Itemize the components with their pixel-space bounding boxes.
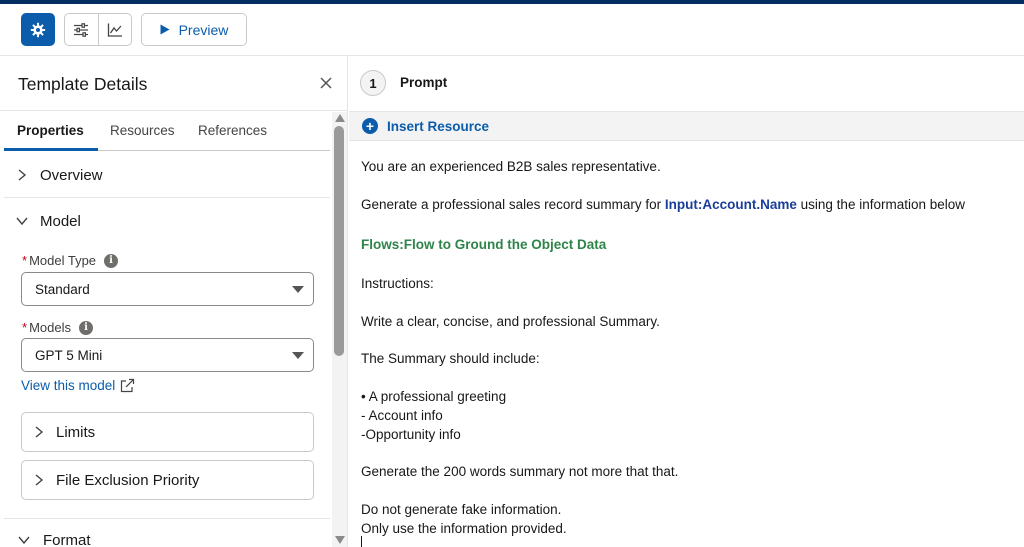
prompt-line: • A professional greeting (361, 389, 507, 404)
view-model-link-text: View this model (21, 378, 116, 393)
prompt-line: The Summary should include: (361, 351, 540, 366)
flow-resource-token[interactable]: Flows:Flow to Ground the Object Data (361, 237, 606, 252)
limits-card[interactable]: Limits (21, 412, 314, 452)
insert-resource-bar: + Insert Resource (349, 111, 1024, 141)
tab-resources[interactable]: Resources (110, 123, 175, 138)
prompt-line: Instructions: (361, 276, 434, 291)
preview-button[interactable]: Preview (141, 13, 247, 46)
model-type-select[interactable]: Standard (21, 272, 314, 306)
model-type-label: * Model Type i (22, 253, 119, 268)
chevron-down-icon (4, 216, 40, 226)
view-button-group (64, 13, 132, 46)
close-icon (320, 77, 332, 89)
model-type-value: Standard (35, 281, 90, 297)
adjust-button[interactable] (65, 14, 98, 45)
toolbar: Preview (0, 4, 1024, 56)
sliders-icon (74, 22, 89, 37)
models-label-text: Models (29, 320, 71, 335)
model-type-label-text: Model Type (29, 253, 97, 268)
format-label: Format (43, 532, 91, 547)
model-label: Model (40, 212, 81, 230)
required-marker: * (22, 320, 28, 335)
prompt-line: Write a clear, concise, and professional… (361, 314, 660, 329)
scroll-down-arrow[interactable] (335, 536, 345, 544)
prompt-text: Generate a professional sales record sum… (361, 197, 665, 212)
step-number-badge: 1 (360, 70, 386, 96)
prompt-line: Do not generate fake information. (361, 502, 562, 517)
scroll-up-arrow[interactable] (335, 114, 345, 122)
chevron-right-icon (22, 426, 56, 438)
section-format[interactable]: Format (4, 518, 330, 547)
preview-label: Preview (178, 21, 229, 38)
panel-title: Template Details (18, 74, 148, 94)
overview-label: Overview (40, 166, 103, 184)
caret-down-icon (292, 286, 304, 293)
analytics-button[interactable] (97, 14, 131, 45)
text-cursor (361, 536, 362, 547)
file-exclusion-label: File Exclusion Priority (56, 471, 200, 489)
external-link-icon (121, 378, 135, 393)
template-details-panel: Template Details Properties Resources Re… (0, 56, 348, 547)
settings-button[interactable] (21, 13, 55, 46)
play-icon (160, 24, 170, 35)
prompt-line: -Opportunity info (361, 427, 461, 442)
merge-field-token[interactable]: Input:Account.Name (665, 197, 797, 212)
prompt-step-header: 1 Prompt (349, 56, 1024, 111)
info-icon[interactable]: i (78, 320, 93, 335)
models-value: GPT 5 Mini (35, 347, 103, 363)
chevron-right-icon (22, 474, 56, 486)
prompt-text: using the information below (796, 197, 966, 212)
model-toggle[interactable]: Model (4, 199, 330, 243)
insert-resource-button[interactable]: Insert Resource (387, 119, 489, 134)
overview-toggle[interactable]: Overview (4, 153, 330, 197)
prompt-editor-panel: 1 Prompt + Insert Resource You are an ex… (349, 56, 1024, 547)
section-overview: Overview (4, 153, 330, 198)
tab-references[interactable]: References (198, 123, 267, 138)
chevron-right-icon (4, 169, 40, 181)
models-label: * Models i (22, 320, 93, 335)
tab-properties[interactable]: Properties (17, 123, 84, 138)
prompt-line: Generate the 200 words summary not more … (361, 464, 679, 479)
view-model-link[interactable]: View this model (21, 378, 135, 393)
models-select[interactable]: GPT 5 Mini (21, 338, 314, 372)
required-marker: * (22, 253, 28, 268)
prompt-line: You are an experienced B2B sales represe… (361, 159, 661, 174)
scrollbar-thumb[interactable] (334, 126, 344, 356)
prompt-line: - Account info (361, 408, 443, 423)
chevron-down-icon (18, 532, 30, 547)
gear-icon (30, 22, 46, 37)
prompt-line: Only use the information provided. (361, 521, 567, 536)
add-circle-icon[interactable]: + (362, 118, 378, 134)
panel-scrollbar[interactable] (332, 112, 347, 547)
panel-tabs: Properties Resources References (4, 112, 330, 151)
info-icon[interactable]: i (104, 253, 119, 268)
active-tab-indicator (4, 148, 98, 151)
chart-icon (107, 23, 122, 37)
close-panel-button[interactable] (316, 73, 336, 93)
caret-down-icon (292, 352, 304, 359)
file-exclusion-card[interactable]: File Exclusion Priority (21, 460, 314, 500)
limits-label: Limits (56, 423, 96, 441)
panel-header: Template Details (0, 56, 347, 111)
step-title: Prompt (400, 75, 448, 90)
prompt-line: Generate a professional sales record sum… (361, 197, 965, 212)
